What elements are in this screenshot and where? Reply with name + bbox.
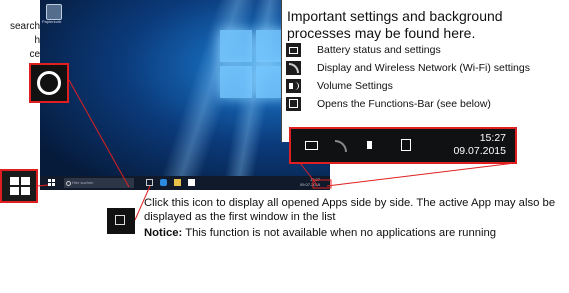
tray-highlight: [312, 179, 332, 189]
task-view-icon: [115, 215, 125, 225]
notice-text: This function is not available when no a…: [182, 227, 497, 239]
wifi-icon[interactable]: [335, 140, 347, 152]
battery-icon[interactable]: [305, 141, 318, 150]
cortana-icon: [37, 71, 61, 95]
legend-label: Volume Settings: [317, 80, 393, 92]
tray-date: 09.07.2015: [453, 145, 506, 157]
action-center-icon: [286, 97, 301, 111]
volume-icon[interactable]: [367, 141, 372, 149]
windows-logo-icon: [10, 177, 30, 195]
legend-row-action-center: Opens the Functions-Bar (see below): [286, 96, 566, 112]
legend-panel: Important settings and background proces…: [281, 0, 569, 142]
tray-connector-left: [299, 162, 319, 187]
task-view-text: Click this icon to display all opened Ap…: [144, 197, 556, 223]
volume-icon: [286, 79, 301, 93]
legend-label: Battery status and settings: [317, 44, 441, 56]
tray-time: 15:27: [479, 132, 506, 144]
legend-row-wifi: Display and Wireless Network (Wi-Fi) set…: [286, 60, 566, 76]
notice-paragraph: Notice: This function is not available w…: [144, 226, 564, 240]
tray-clock[interactable]: 15:27 09.07.2015: [453, 132, 506, 158]
legend-row-battery: Battery status and settings: [286, 42, 566, 58]
task-view-callout[interactable]: [107, 208, 135, 234]
task-view-description: Click this icon to display all opened Ap…: [144, 196, 564, 242]
action-center-icon[interactable]: [401, 139, 411, 151]
cortana-callout[interactable]: [29, 63, 69, 103]
legend-label: Opens the Functions-Bar (see below): [317, 98, 491, 110]
legend-label: Display and Wireless Network (Wi-Fi) set…: [317, 62, 530, 74]
battery-icon: [286, 43, 301, 57]
cortana-connector: [68, 79, 130, 188]
wifi-icon: [286, 61, 301, 75]
system-tray-zoom: 15:27 09.07.2015: [289, 127, 517, 164]
start-callout[interactable]: [0, 169, 38, 203]
legend-heading: Important settings and background proces…: [287, 8, 503, 41]
notice-label: Notice:: [144, 227, 183, 239]
start-connector: [37, 184, 49, 187]
tray-connector-right: [326, 162, 516, 187]
legend-row-volume: Volume Settings: [286, 78, 566, 94]
